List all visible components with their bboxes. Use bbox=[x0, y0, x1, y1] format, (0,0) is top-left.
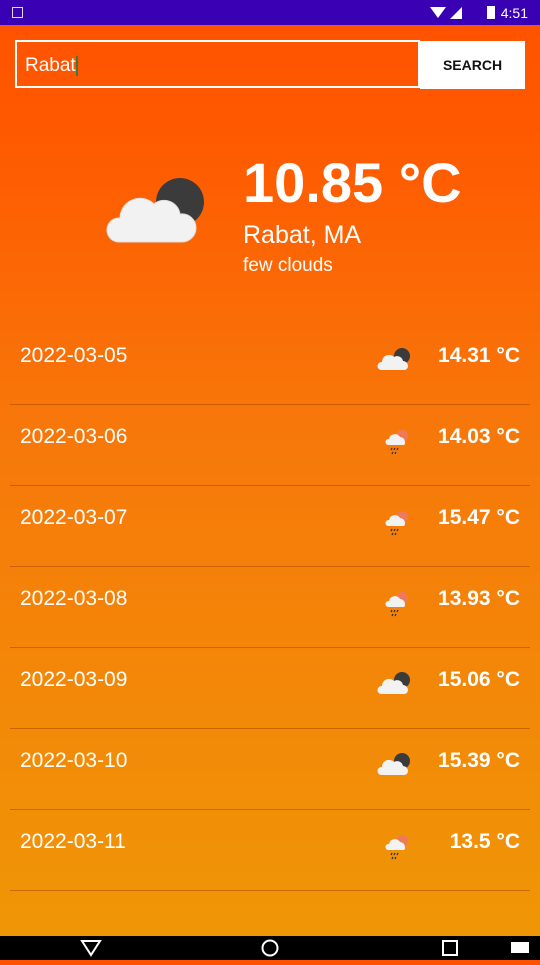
battery-icon bbox=[487, 6, 495, 19]
forecast-date: 2022-03-11 bbox=[20, 830, 126, 853]
status-time: 4:51 bbox=[500, 5, 528, 21]
wifi-icon bbox=[430, 7, 446, 18]
forecast-date: 2022-03-08 bbox=[20, 587, 128, 610]
status-bar: 4:51 bbox=[0, 0, 540, 25]
search-input-value: Rabat bbox=[25, 55, 76, 76]
forecast-row: 2022-03-06 14.03 °C bbox=[10, 405, 530, 486]
back-icon[interactable] bbox=[80, 940, 102, 957]
signal-icon bbox=[450, 7, 462, 19]
current-location: Rabat, MA bbox=[243, 221, 362, 249]
city-search-input[interactable]: Rabat bbox=[15, 40, 420, 88]
cloud-night-icon bbox=[376, 751, 412, 782]
forecast-temperature: 15.39 °C bbox=[438, 749, 520, 772]
navigation-bar bbox=[0, 936, 540, 960]
forecast-temperature: 14.03 °C bbox=[438, 425, 520, 448]
nav-icons bbox=[80, 939, 529, 957]
gallery-notification-icon bbox=[12, 7, 23, 18]
forecast-date: 2022-03-10 bbox=[20, 749, 128, 772]
forecast-temperature: 14.31 °C bbox=[438, 344, 520, 367]
forecast-temperature: 15.06 °C bbox=[438, 668, 520, 691]
rain-sun-icon bbox=[384, 832, 412, 865]
current-description: few clouds bbox=[243, 255, 333, 276]
search-button[interactable]: SEARCH bbox=[420, 41, 525, 89]
forecast-row: 2022-03-08 13.93 °C bbox=[10, 567, 530, 648]
forecast-row: 2022-03-10 15.39 °C bbox=[10, 729, 530, 810]
forecast-row: 2022-03-05 14.31 °C bbox=[10, 324, 530, 405]
home-icon[interactable] bbox=[261, 939, 279, 957]
rain-sun-icon bbox=[384, 508, 412, 541]
forecast-temperature: 15.47 °C bbox=[438, 506, 520, 529]
forecast-row: 2022-03-07 15.47 °C bbox=[10, 486, 530, 567]
forecast-list: 2022-03-05 14.31 °C 2022-03-06 14.03 °C 2022… bbox=[10, 324, 530, 891]
forecast-temperature: 13.5 °C bbox=[449, 830, 520, 853]
forecast-date: 2022-03-05 bbox=[20, 344, 128, 367]
recents-icon[interactable] bbox=[442, 940, 458, 956]
cloud-night-icon bbox=[106, 178, 204, 243]
forecast-date: 2022-03-06 bbox=[20, 425, 128, 448]
rain-sun-icon bbox=[384, 427, 412, 460]
forecast-temperature: 13.93 °C bbox=[438, 587, 520, 610]
current-temperature: 10.85 °C bbox=[243, 151, 462, 214]
forecast-row: 2022-03-09 15.06 °C bbox=[10, 648, 530, 729]
forecast-date: 2022-03-07 bbox=[20, 506, 128, 529]
forecast-row: 2022-03-11 13.5 °C bbox=[10, 810, 530, 891]
cloud-night-icon bbox=[376, 670, 412, 701]
keyboard-icon[interactable] bbox=[511, 942, 529, 953]
rain-sun-icon bbox=[384, 589, 412, 622]
cloud-night-icon bbox=[376, 346, 412, 377]
forecast-date: 2022-03-09 bbox=[20, 668, 128, 691]
text-caret bbox=[75, 55, 78, 76]
